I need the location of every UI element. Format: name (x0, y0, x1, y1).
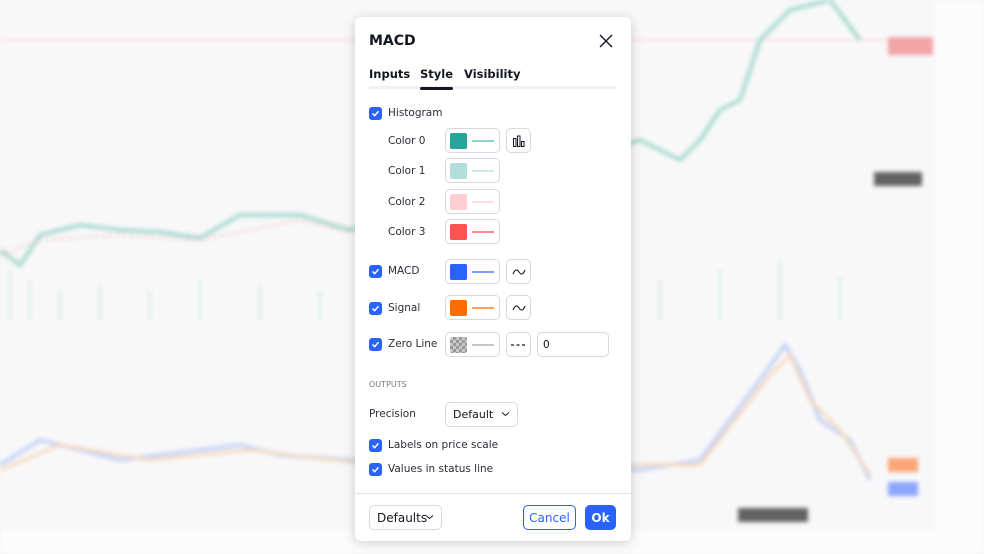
line-preview (472, 344, 494, 346)
zero-line-checkbox[interactable] (369, 337, 382, 351)
outputs-section-header: OUTPUTS (369, 380, 407, 389)
line-preview (472, 231, 494, 233)
check-icon (371, 442, 380, 449)
signal-line-style-button[interactable] (506, 295, 531, 320)
histogram-label: Histogram (388, 107, 443, 119)
color-3-swatch-button[interactable] (445, 219, 500, 244)
color-2-swatch-button[interactable] (445, 189, 500, 214)
signal-color-button[interactable] (445, 295, 500, 320)
line-preview (472, 140, 494, 142)
signal-checkbox[interactable] (369, 301, 382, 315)
labels-on-price-scale-label: Labels on price scale (388, 439, 499, 451)
chevron-down-icon (501, 412, 510, 417)
zero-line-row: Zero Line (369, 332, 437, 356)
color-3-label: Color 3 (388, 226, 426, 238)
color-1-swatch (450, 163, 467, 179)
color-2-label: Color 2 (388, 196, 426, 208)
check-icon (371, 268, 380, 275)
tab-visibility[interactable]: Visibility (464, 67, 520, 81)
signal-swatch (450, 300, 467, 316)
zero-line-label: Zero Line (388, 338, 438, 350)
values-in-status-line-row: Values in status line (369, 457, 493, 481)
check-icon (371, 110, 380, 117)
macd-label: MACD (388, 265, 420, 277)
defaults-dropdown[interactable]: Defaults (369, 505, 442, 530)
color-0-label: Color 0 (388, 135, 426, 147)
histogram-checkbox[interactable] (369, 106, 382, 120)
labels-on-price-scale-checkbox[interactable] (369, 438, 382, 452)
precision-select[interactable]: Default (445, 402, 518, 427)
line-preview (472, 307, 494, 309)
tab-bar: Inputs Style Visibility (369, 67, 616, 90)
dialog-footer (355, 493, 631, 494)
dashed-line-icon (510, 343, 527, 346)
color-0-swatch-button[interactable] (445, 128, 500, 153)
tab-inputs[interactable]: Inputs (369, 67, 410, 81)
line-preview (472, 170, 494, 172)
precision-label: Precision (369, 408, 416, 420)
dialog-title: MACD (369, 33, 416, 49)
color-3-swatch (450, 224, 467, 240)
transparent-swatch (450, 337, 467, 353)
histogram-style-button[interactable] (506, 128, 531, 153)
macd-swatch (450, 264, 467, 280)
precision-value: Default (453, 408, 494, 421)
signal-label: Signal (388, 302, 421, 314)
zero-line-style-button[interactable] (506, 332, 531, 357)
cancel-button[interactable]: Cancel (523, 505, 576, 530)
defaults-label: Defaults (377, 510, 428, 525)
values-in-status-line-checkbox[interactable] (369, 462, 382, 476)
macd-checkbox[interactable] (369, 264, 382, 278)
macd-color-button[interactable] (445, 259, 500, 284)
tab-style[interactable]: Style (420, 67, 454, 90)
signal-row: Signal (369, 296, 420, 320)
close-icon[interactable] (598, 33, 614, 49)
zero-line-color-button[interactable] (445, 332, 500, 357)
check-icon (371, 466, 380, 473)
check-icon (371, 341, 380, 348)
zero-line-value-input[interactable]: 0 (537, 332, 609, 357)
macd-line-style-button[interactable] (506, 259, 531, 284)
color-1-label: Color 1 (388, 165, 426, 177)
macd-row: MACD (369, 259, 419, 283)
histogram-row: Histogram (369, 101, 442, 125)
macd-settings-dialog: MACD Inputs Style Visibility Histogram C… (355, 17, 631, 541)
line-wave-icon (511, 268, 526, 275)
line-preview (472, 271, 494, 273)
values-in-status-line-label: Values in status line (388, 463, 494, 475)
ok-button[interactable]: Ok (585, 505, 616, 530)
histogram-bars-icon (512, 135, 524, 147)
color-0-swatch (450, 133, 467, 149)
check-icon (371, 305, 380, 312)
color-1-swatch-button[interactable] (445, 158, 500, 183)
line-wave-icon (511, 304, 526, 311)
labels-on-price-scale-row: Labels on price scale (369, 433, 498, 457)
color-2-swatch (450, 194, 467, 210)
chevron-down-icon (425, 515, 434, 520)
line-preview (472, 201, 494, 203)
